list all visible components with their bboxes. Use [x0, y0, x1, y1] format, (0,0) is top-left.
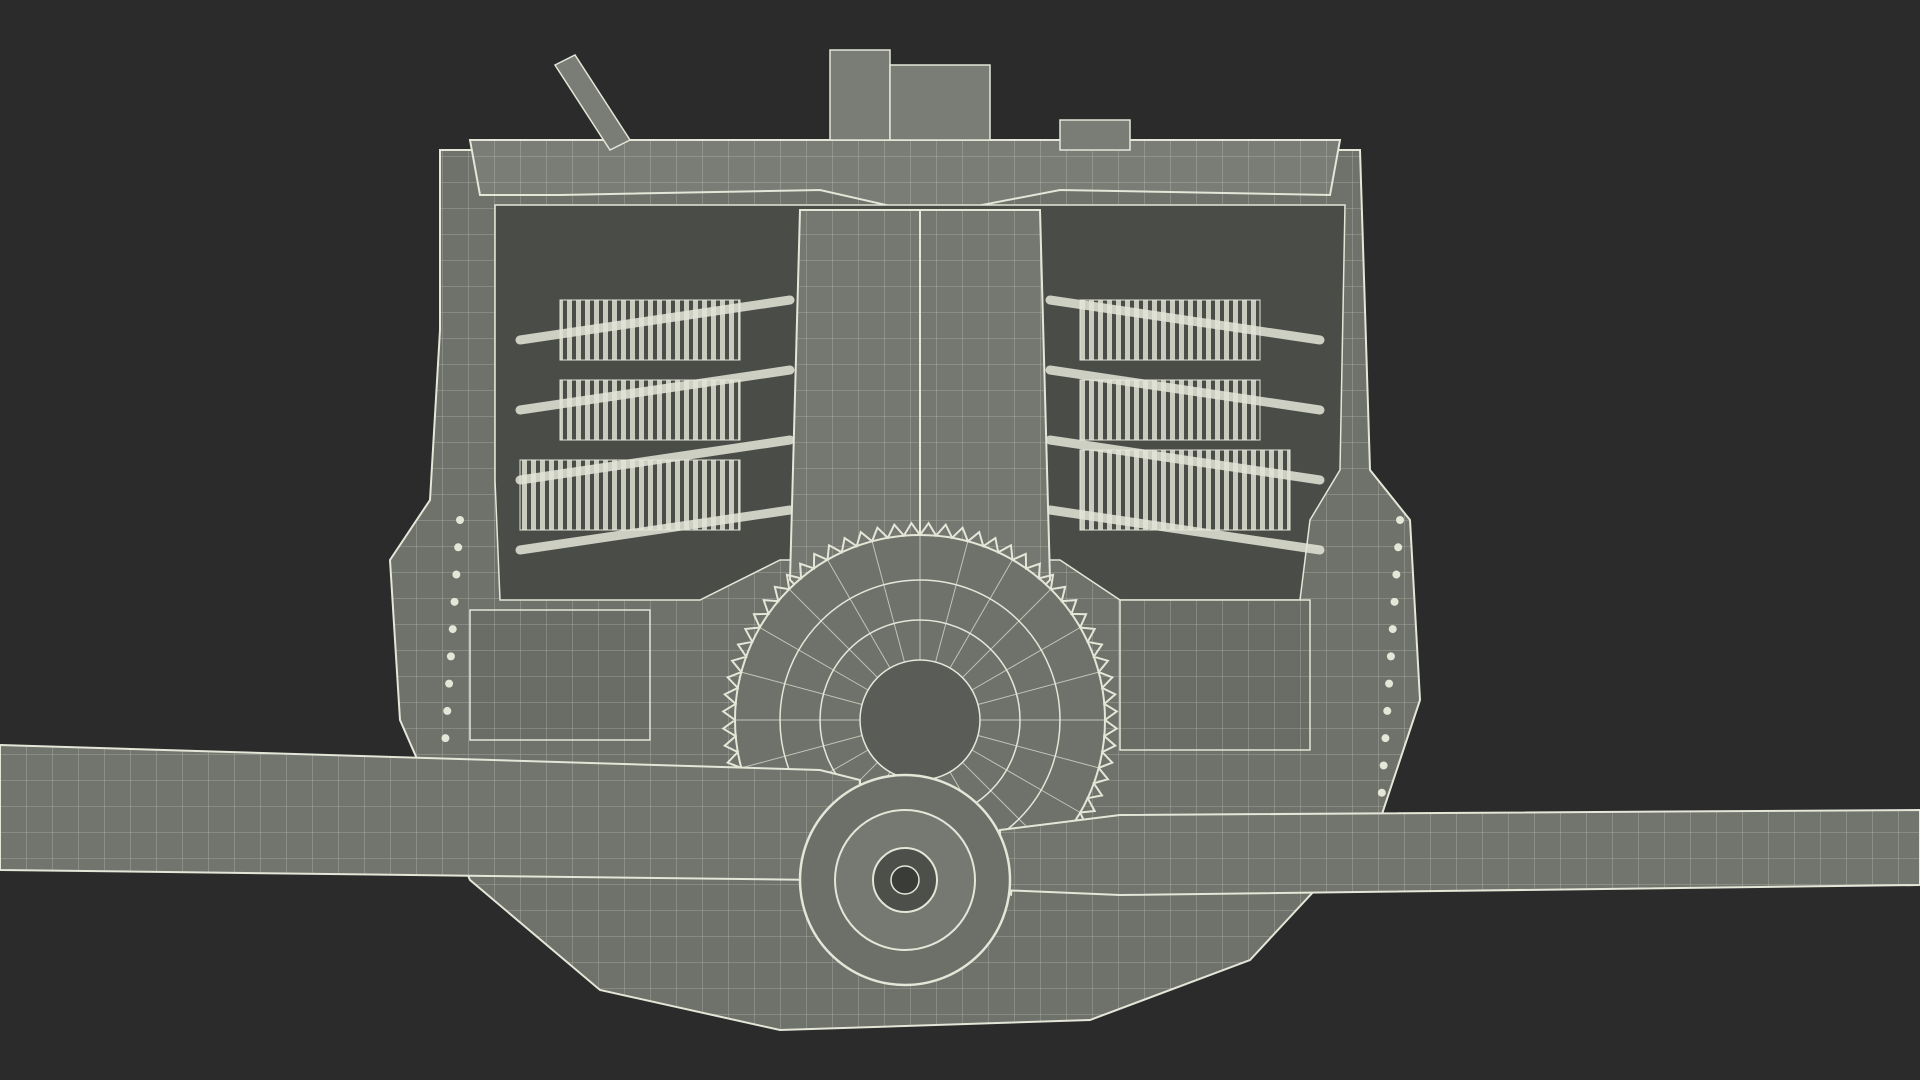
rivet-left	[441, 734, 450, 743]
rivet-left	[443, 706, 452, 715]
rivet-right	[1392, 570, 1401, 579]
top-accessories	[553, 49, 1131, 151]
rivet-right	[1379, 761, 1388, 770]
rivet-left	[454, 543, 463, 552]
rivet-left	[448, 625, 457, 634]
rivet-right	[1388, 625, 1397, 634]
rivet-left	[446, 652, 455, 661]
rivet-right	[1385, 679, 1394, 688]
rivet-left	[452, 570, 461, 579]
propeller-blade-right	[999, 808, 1920, 897]
rivet-left	[456, 516, 464, 524]
gear-inner-ring	[859, 659, 981, 781]
rivet-right	[1394, 543, 1403, 552]
rivet-left	[450, 597, 459, 606]
rivet-left	[445, 679, 454, 688]
rivet-right	[1390, 597, 1399, 606]
render-viewport	[0, 0, 1920, 1080]
rivet-right	[1377, 788, 1386, 797]
propeller-hub	[798, 773, 1012, 987]
engine-wireframe-render	[0, 49, 1920, 1032]
rivet-right	[1396, 516, 1404, 524]
rivet-right	[1386, 652, 1395, 661]
rivet-right	[1383, 706, 1392, 715]
rivet-right	[1381, 734, 1390, 743]
